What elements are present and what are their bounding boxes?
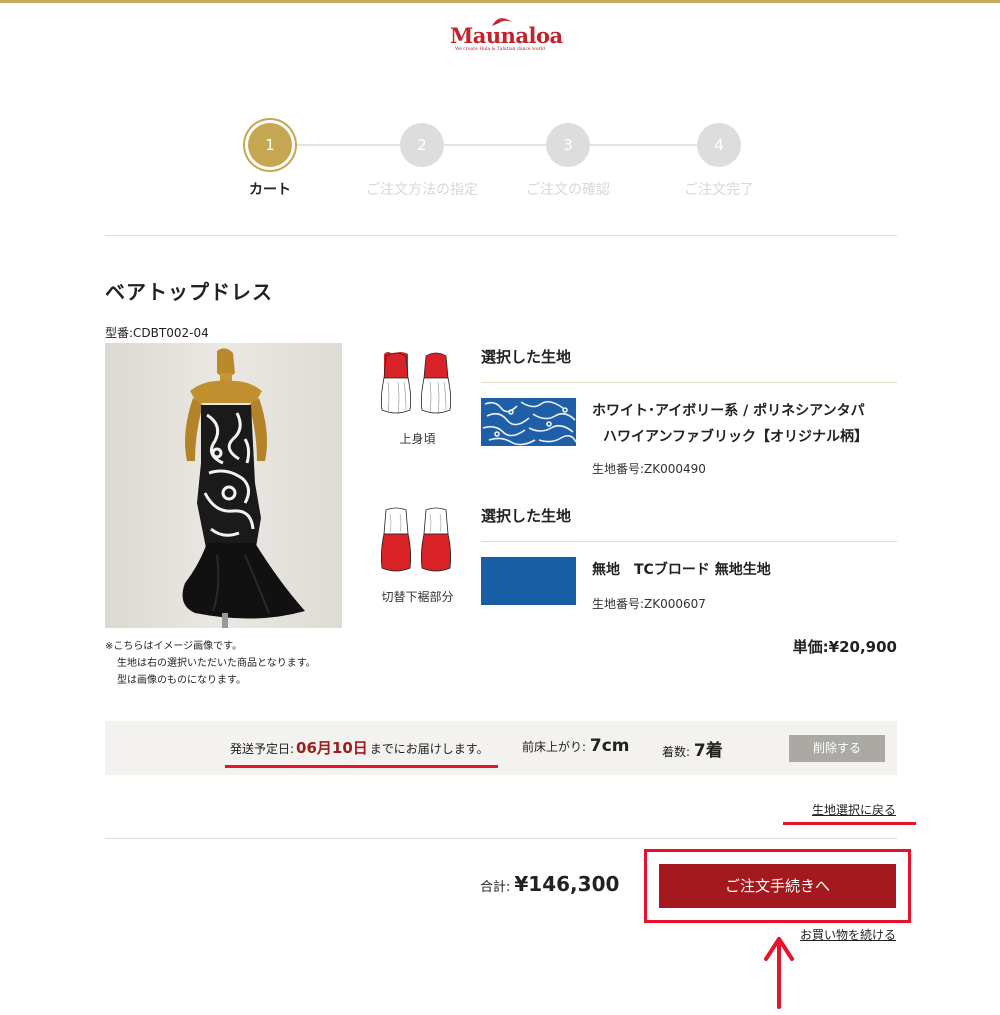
shipping-date: 発送予定日: 06月10日 までにお届けします。 — [230, 737, 489, 758]
step-label: ご注文方法の指定 — [366, 182, 478, 198]
continue-shopping-link[interactable]: お買い物を続ける — [800, 926, 896, 943]
delete-button[interactable]: 削除する — [789, 735, 885, 762]
divider — [481, 382, 897, 383]
fabric-number: 生地番号:ZK000490 — [592, 462, 706, 476]
divider — [105, 838, 897, 839]
step-number: 4 — [697, 123, 741, 167]
logo[interactable]: Maunaloa We create Hula & Tahitian dance… — [450, 13, 563, 57]
quantity-value: 7着 — [693, 741, 723, 761]
fabric-name-line: ホワイト･アイボリー系 / ポリネシアンタパ — [592, 403, 865, 419]
fabric-title: 選択した生地 — [481, 348, 572, 366]
fabric-name: 無地 TCブロード 無地生地 — [592, 557, 771, 583]
step-order-confirm: 3 ご注文の確認 — [498, 120, 638, 199]
dress-illustration — [182, 348, 305, 628]
total-amount: ¥146,300 — [514, 872, 620, 896]
image-notes: ※こちらはイメージ画像です。 生地は右の選択いただいた商品となります。 型は画像… — [105, 638, 316, 689]
step-number: 2 — [400, 123, 444, 167]
top-accent-line — [0, 0, 1000, 3]
part-label: 上身頃 — [399, 432, 436, 446]
arrow-up-icon — [764, 937, 794, 1009]
step-number: 3 — [546, 123, 590, 167]
order-info-bar — [105, 721, 897, 775]
shipping-date-value: 06月10日 — [296, 739, 368, 757]
palm-icon — [492, 17, 512, 26]
divider — [105, 235, 897, 236]
total-label: 合計: — [480, 880, 511, 895]
step-order-method: 2 ご注文方法の指定 — [352, 120, 492, 199]
part-label: 切替下裾部分 — [381, 590, 454, 604]
back-to-fabric-link[interactable]: 生地選択に戻る — [812, 801, 896, 818]
note-line: 型は画像のものになります。 — [117, 675, 246, 686]
part-lower-skirt: 切替下裾部分 — [375, 506, 460, 605]
note-line: 生地は右の選択いただいた商品となります。 — [117, 658, 316, 669]
step-cart: 1 カート — [200, 120, 340, 199]
product-model: 型番:CDBT002-04 — [105, 326, 209, 340]
step-label: ご注文の確認 — [526, 182, 610, 198]
fabric-name: ホワイト･アイボリー系 / ポリネシアンタパ ハワイアンファブリック【オリジナル… — [592, 398, 868, 450]
fabric-swatch-solid — [481, 557, 576, 605]
fabric-swatch-polynesian — [481, 398, 576, 446]
fabric-number: 生地番号:ZK000607 — [592, 597, 706, 611]
highlight-underline — [225, 765, 498, 768]
logo-tagline: We create Hula & Tahitian dance world — [454, 47, 546, 52]
product-name: ベアトップドレス — [105, 280, 273, 304]
highlight-underline — [783, 822, 916, 825]
fabric-title: 選択した生地 — [481, 507, 572, 525]
upper-bodice-diagram-icon — [380, 352, 451, 415]
quantity-label: 着数: — [662, 745, 691, 759]
proceed-to-order-button[interactable]: ご注文手続きへ — [659, 864, 896, 908]
note-line: ※こちらはイメージ画像です。 — [105, 641, 243, 652]
step-label: カート — [249, 182, 291, 198]
finish-length: 前床上がり: 7cm — [522, 736, 630, 756]
step-label: ご注文完了 — [684, 182, 754, 198]
part-upper-bodice: 上身頃 — [375, 348, 460, 447]
divider — [481, 541, 897, 542]
product-image — [105, 343, 342, 628]
fabric-name-line: 無地 TCブロード 無地生地 — [592, 562, 771, 578]
lower-skirt-diagram-icon — [380, 507, 451, 572]
quantity: 着数: 7着 — [662, 736, 723, 761]
step-order-complete: 4 ご注文完了 — [649, 120, 789, 199]
unit-price: 単価:¥20,900 — [792, 638, 897, 656]
fabric-name-line: ハワイアンファブリック【オリジナル柄】 — [603, 429, 869, 445]
step-number: 1 — [248, 123, 292, 167]
shipping-prefix: 発送予定日: — [230, 742, 295, 756]
order-total: 合計: ¥146,300 — [480, 872, 619, 896]
shipping-suffix: までにお届けします。 — [369, 742, 489, 756]
checkout-steps: 1 カート 2 ご注文方法の指定 3 ご注文の確認 4 ご注文完了 — [200, 120, 800, 200]
finish-label: 前床上がり: — [522, 740, 587, 754]
finish-value: 7cm — [589, 736, 630, 756]
